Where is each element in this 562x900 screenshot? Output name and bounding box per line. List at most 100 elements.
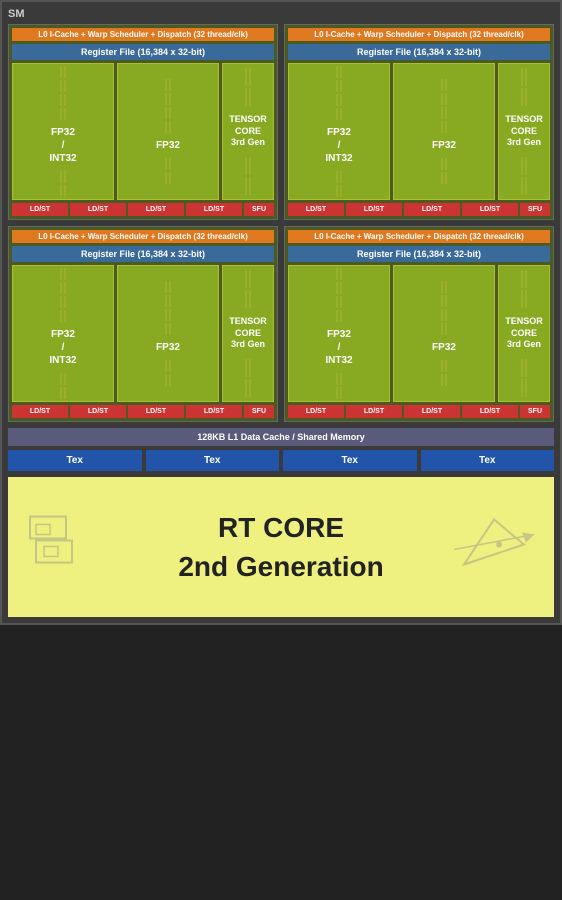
ldst-unit-4: LD/ST (186, 203, 242, 216)
grid-cell (340, 387, 342, 399)
grid-cell (60, 268, 62, 280)
ldst-unit-8: LD/ST (462, 203, 518, 216)
l0-cache-bar-1: L0 I-Cache + Warp Scheduler + Dispatch (… (12, 28, 274, 41)
tensor-core-label-1: TENSORCORE3rd Gen (229, 114, 267, 149)
grid-cell (336, 94, 338, 106)
tensor-cell (245, 270, 247, 288)
grid-cell (441, 121, 443, 133)
grid-cell (336, 296, 338, 308)
grid-cell (340, 373, 342, 385)
tensor-cell (245, 379, 247, 397)
grid-cell (60, 310, 62, 322)
ldst-unit-14: LD/ST (346, 405, 402, 418)
tensor-cell (249, 270, 251, 288)
fp32-int32-block-2: FP32/INT32 (288, 63, 390, 200)
tex-unit-1: Tex (8, 450, 142, 471)
register-file-bar-3: Register File (16,384 x 32-bit) (12, 246, 274, 262)
grid-cell (165, 121, 167, 133)
grid-cell (445, 121, 447, 133)
fp32-int32-label-1: FP32/ INT32 (47, 122, 78, 169)
grid-cell (445, 309, 447, 321)
bottom-units-1: LD/ST LD/ST LD/ST LD/ST SFU (12, 203, 274, 216)
grid-cell (64, 310, 66, 322)
quadrant-1: L0 I-Cache + Warp Scheduler + Dispatch (… (8, 24, 278, 220)
ldst-unit-2: LD/ST (70, 203, 126, 216)
tensor-core-block-1: TENSORCORE3rd Gen (222, 63, 274, 200)
grid-cell (441, 295, 443, 307)
grid-cell (60, 282, 62, 294)
grid-cell (445, 172, 447, 184)
tensor-cell (521, 88, 523, 106)
tensor-core-label-3: TENSORCORE3rd Gen (229, 316, 267, 351)
l0-cache-bar-4: L0 I-Cache + Warp Scheduler + Dispatch (… (288, 230, 550, 243)
grid-cell (445, 295, 447, 307)
grid-cell (60, 171, 62, 183)
tensor-cell (521, 290, 523, 308)
tensor-cell (521, 68, 523, 86)
grid-cell (340, 268, 342, 280)
grid-cell (336, 387, 338, 399)
grid-cell (64, 268, 66, 280)
cores-area-4: FP32/INT32 (288, 265, 550, 402)
grid-cell (169, 281, 171, 293)
ldst-unit-12: LD/ST (186, 405, 242, 418)
grid-cell (165, 309, 167, 321)
grid-cell (441, 158, 443, 170)
grid-cell (441, 374, 443, 386)
fp32-block-3: FP32 (117, 265, 219, 402)
cores-area-1: FP32/ INT32 (12, 63, 274, 200)
ldst-unit-1: LD/ST (12, 203, 68, 216)
grid-cell (336, 282, 338, 294)
tensor-cell (249, 88, 251, 106)
grid-cell (64, 296, 66, 308)
tensor-cell (525, 290, 527, 308)
sfu-unit-2: SFU (520, 203, 550, 216)
fp32-block-4: FP32 (393, 265, 495, 402)
fp32-int32-label-4: FP32/INT32 (323, 324, 354, 371)
tex-row: Tex Tex Tex Tex (8, 450, 554, 471)
grid-cell (165, 79, 167, 91)
tensor-cell (249, 359, 251, 377)
rt-core-line1: RT CORE (218, 512, 344, 543)
grid-cell (336, 373, 338, 385)
grid-cell (60, 296, 62, 308)
grid-cell (169, 374, 171, 386)
tensor-cell (525, 379, 527, 397)
grid-cell (445, 93, 447, 105)
grid-cell (169, 323, 171, 335)
grid-cell (441, 172, 443, 184)
bottom-units-4: LD/ST LD/ST LD/ST LD/ST SFU (288, 405, 550, 418)
ldst-unit-5: LD/ST (288, 203, 344, 216)
fp32-int32-block-4: FP32/INT32 (288, 265, 390, 402)
grid-cell (340, 310, 342, 322)
sm-label: SM (8, 8, 554, 20)
fp32-int32-block-1: FP32/ INT32 (12, 63, 114, 200)
ldst-unit-6: LD/ST (346, 203, 402, 216)
grid-cell (340, 80, 342, 92)
grid-cell (165, 107, 167, 119)
grid-cell (64, 108, 66, 120)
tensor-cell (245, 290, 247, 308)
grid-cell (169, 79, 171, 91)
quadrant-3: L0 I-Cache + Warp Scheduler + Dispatch (… (8, 226, 278, 422)
grid-cell (60, 387, 62, 399)
grid-cell (169, 121, 171, 133)
tensor-cell (521, 270, 523, 288)
quadrant-2: L0 I-Cache + Warp Scheduler + Dispatch (… (284, 24, 554, 220)
tensor-cell (521, 157, 523, 175)
ldst-unit-15: LD/ST (404, 405, 460, 418)
grid-cell (165, 172, 167, 184)
tensor-cell (249, 379, 251, 397)
sm-container: SM L0 I-Cache + Warp Scheduler + Dispatc… (0, 0, 562, 625)
tensor-cell (249, 157, 251, 175)
grid-cell (165, 93, 167, 105)
bottom-units-2: LD/ST LD/ST LD/ST LD/ST SFU (288, 203, 550, 216)
grid-cell (165, 360, 167, 372)
ldst-unit-7: LD/ST (404, 203, 460, 216)
tensor-cell (245, 88, 247, 106)
tensor-cell (521, 359, 523, 377)
grid-cell (64, 66, 66, 78)
grid-cell (64, 282, 66, 294)
rt-core-label: RT CORE 2nd Generation (178, 508, 383, 586)
tensor-cell (521, 379, 523, 397)
